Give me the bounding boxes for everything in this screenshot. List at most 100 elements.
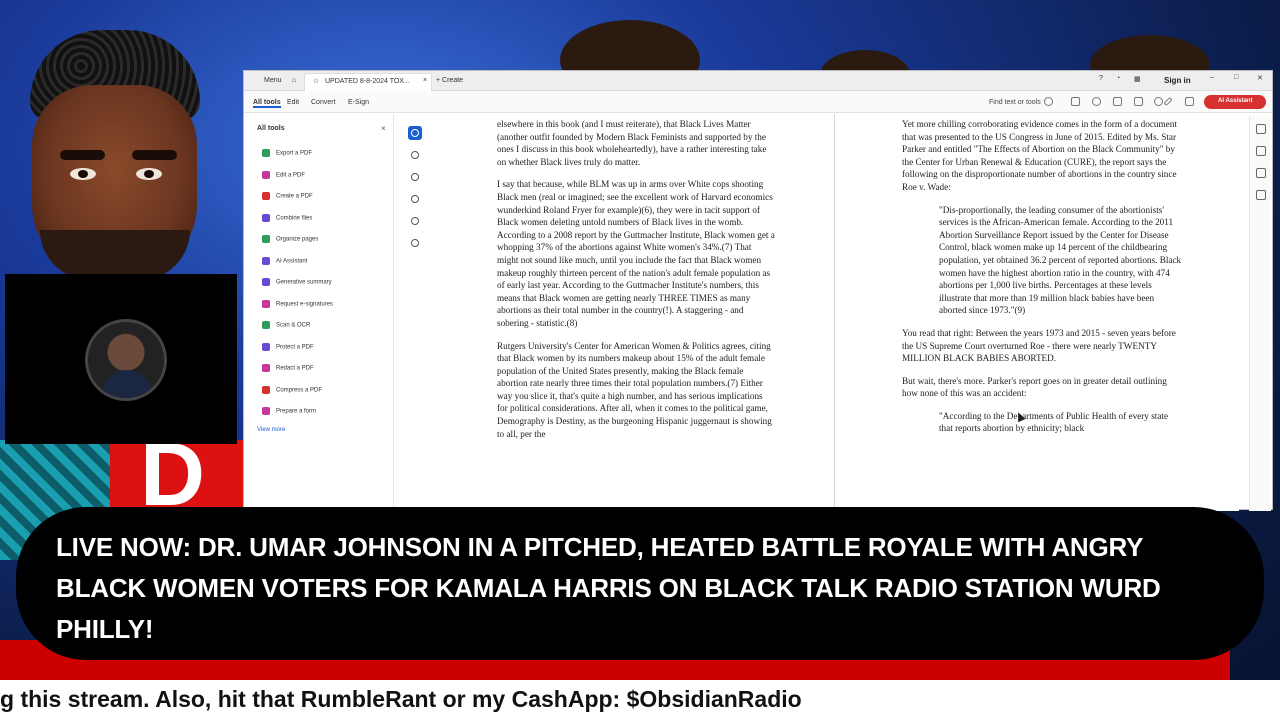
page-divider <box>834 114 835 511</box>
sidebar-tool-item[interactable]: Combine files <box>262 213 313 226</box>
background-letter: D <box>140 425 205 525</box>
text-tool-button[interactable] <box>408 214 422 228</box>
tool-icon <box>262 256 270 265</box>
host-portrait <box>10 30 220 280</box>
ai-assistant-button[interactable]: AI Assistant <box>1204 95 1266 109</box>
mail-icon[interactable] <box>1134 97 1143 106</box>
sidebar-tool-label: Generative summary <box>276 279 332 286</box>
tools-sidebar: All tools × Export a PDF Edit a PDF Create… <box>244 114 394 511</box>
comment-tool-button[interactable] <box>408 148 422 162</box>
draw-tool-button[interactable] <box>408 192 422 206</box>
document-area[interactable]: elsewhere in this book (and I must reite… <box>434 114 1239 511</box>
sidebar-tool-label: Redact a PDF <box>276 365 314 372</box>
menu-edit[interactable]: Edit <box>287 99 299 106</box>
sidebar-tool-item[interactable]: Edit a PDF <box>262 170 306 183</box>
tool-icon <box>262 321 270 329</box>
host-beard <box>40 230 190 280</box>
tool-icon <box>262 192 270 200</box>
new-tab-button[interactable]: + Create <box>436 77 463 84</box>
sidebar-tool-item[interactable]: Export a PDF <box>262 149 312 161</box>
menu-convert[interactable]: Convert <box>311 99 336 106</box>
apps-icon[interactable]: ▦ <box>1134 75 1141 83</box>
menu-all-tools[interactable]: All tools <box>253 99 281 108</box>
annotation-toolbar <box>405 126 425 276</box>
tool-icon <box>262 149 270 157</box>
sidebar-tool-item[interactable]: Protect a PDF <box>262 342 314 355</box>
sidebar-tool-item[interactable]: Request e-signatures <box>262 299 334 312</box>
sidebar-tool-item[interactable]: Prepare a form <box>262 407 316 419</box>
tool-icon <box>262 235 270 243</box>
banner-headline: LIVE NOW: DR. UMAR JOHNSON IN A PITCHED,… <box>56 532 1161 644</box>
star-icon[interactable]: ☆ <box>313 77 319 85</box>
maximize-icon[interactable]: □ <box>1234 74 1238 81</box>
sign-tool-button[interactable] <box>408 236 422 250</box>
attachments-panel-icon[interactable] <box>1256 168 1266 178</box>
bell-icon[interactable]: ◔ <box>1116 75 1120 82</box>
paragraph: But wait, there's more. Parker's report … <box>902 375 1167 399</box>
highlight-tool-button[interactable] <box>408 170 422 184</box>
cloud-icon[interactable] <box>1092 97 1101 106</box>
sidebar-tool-label: Organize pages <box>276 236 319 243</box>
block-quote: "Dis-proportionally, the leading consume… <box>939 204 1182 316</box>
pen-icon <box>411 173 419 181</box>
tool-icon <box>262 342 270 351</box>
print-icon[interactable] <box>1113 97 1122 106</box>
tool-icon <box>262 170 270 179</box>
host-left-brow <box>60 150 105 160</box>
tool-icon <box>262 213 270 222</box>
sidebar-close-icon[interactable]: × <box>381 124 386 133</box>
find-text-field[interactable]: Find text or tools <box>989 99 1041 106</box>
minimize-icon[interactable]: – <box>1210 74 1214 81</box>
paragraph: Yet more chilling corroborating evidence… <box>902 119 1177 192</box>
sidebar-tool-item[interactable]: AI Assistant <box>262 256 307 269</box>
host-left-eye <box>70 168 96 180</box>
paragraph: Rutgers University's Center for American… <box>497 340 772 439</box>
sidebar-tool-label: Combine files <box>276 215 313 222</box>
cursor-icon <box>411 129 419 137</box>
sidebar-tool-label: Compress a PDF <box>276 387 323 394</box>
tool-icon <box>262 407 270 415</box>
tool-icon <box>262 299 270 308</box>
close-window-icon[interactable]: ✕ <box>1257 74 1263 82</box>
tool-icon <box>262 385 270 394</box>
block-quote: "According to the Departments of Public … <box>939 410 1169 434</box>
sidebar-tool-label: Create a PDF <box>276 193 313 200</box>
sidebar-tool-label: Request e-signatures <box>276 301 334 308</box>
view-more-link[interactable]: View more <box>257 427 285 433</box>
menu-esign[interactable]: E-Sign <box>348 99 369 106</box>
sidebar-tool-item[interactable]: Create a PDF <box>262 192 313 204</box>
layers-panel-icon[interactable] <box>1256 190 1266 200</box>
close-tab-icon[interactable]: × <box>423 77 427 84</box>
bookmark-panel-icon[interactable] <box>1256 146 1266 156</box>
left-page-text: elsewhere in this book (and I must reite… <box>497 118 775 450</box>
sidebar-tool-label: Scan & OCR <box>276 322 311 329</box>
link-icon[interactable] <box>1154 97 1163 106</box>
document-tab[interactable]: ☆ UPDATED 8-8-2024 TOX... × <box>304 73 432 91</box>
sidebar-tool-item[interactable]: Organize pages <box>262 235 318 247</box>
search-icon[interactable] <box>1044 97 1053 106</box>
tool-icon <box>262 278 270 286</box>
text-icon <box>411 217 419 225</box>
home-icon[interactable]: ⌂ <box>292 77 296 84</box>
ticker-bar: g this stream. Also, hit that RumbleRant… <box>0 680 1280 720</box>
share-icon[interactable] <box>1185 97 1194 106</box>
sign-in-button[interactable]: Sign in <box>1164 76 1191 85</box>
avatar-suit <box>102 370 152 398</box>
menu-button[interactable]: Menu <box>264 77 282 84</box>
sidebar-tool-item[interactable]: Scan & OCR <box>262 321 310 333</box>
sidebar-tool-item[interactable]: Generative summary <box>262 278 332 290</box>
sidebar-tool-label: Edit a PDF <box>276 172 306 179</box>
host-right-eye <box>136 168 162 180</box>
tool-icon <box>262 364 270 372</box>
select-tool-button[interactable] <box>408 126 422 140</box>
page-view-icon[interactable] <box>1071 97 1080 106</box>
tab-title: UPDATED 8-8-2024 TOX... <box>325 78 410 85</box>
help-icon[interactable]: ? <box>1099 75 1103 82</box>
sidebar-tool-item[interactable]: Redact a PDF <box>262 364 314 376</box>
comments-panel-icon[interactable] <box>1256 124 1266 134</box>
sidebar-tool-item[interactable]: Compress a PDF <box>262 385 323 398</box>
comment-icon <box>411 151 419 159</box>
pen-icon[interactable] <box>1163 96 1173 107</box>
paragraph: elsewhere in this book (and I must reite… <box>497 119 767 167</box>
right-page-text: Yet more chilling corroborating evidence… <box>902 118 1182 445</box>
